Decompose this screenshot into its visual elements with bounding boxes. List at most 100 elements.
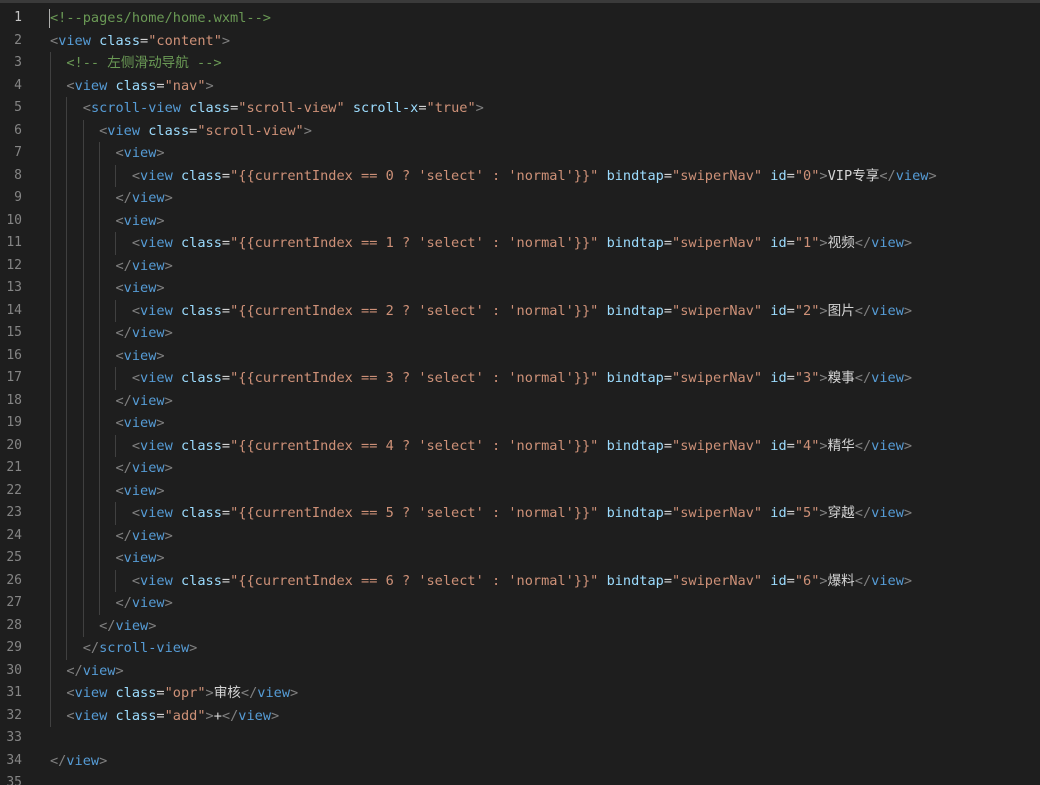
code-token: > xyxy=(903,302,913,319)
code-line[interactable]: 9 </view> xyxy=(0,187,1040,210)
code-token: view xyxy=(131,325,165,341)
code-line[interactable]: 6 <view class="scroll-view"> xyxy=(0,120,1040,143)
code-token: = xyxy=(140,32,149,49)
code-token: "1" xyxy=(794,235,820,251)
code-token: </ xyxy=(854,302,872,319)
code-token: view xyxy=(82,662,116,679)
code-line[interactable]: 8 <view class="{{currentIndex == 0 ? 'se… xyxy=(0,165,1040,188)
code-line[interactable]: 1 <!--pages/home/home.wxml--> xyxy=(0,7,1040,30)
code-line[interactable]: 16 <view> xyxy=(0,345,1040,368)
code-line[interactable]: 13 <view> xyxy=(0,277,1040,300)
code-line[interactable]: 15 </view> xyxy=(0,322,1040,345)
line-number: 33 xyxy=(6,730,22,745)
code-line[interactable]: 10 <view> xyxy=(0,210,1040,233)
indent-guide xyxy=(115,434,117,457)
indent-guide xyxy=(115,232,117,255)
code-token: view xyxy=(871,302,904,319)
code-token: "content" xyxy=(148,32,222,49)
code-token: = xyxy=(156,685,165,701)
code-line[interactable]: 32 <view class="add">+</view> xyxy=(0,705,1040,728)
code-token: bindtap xyxy=(606,370,664,386)
code-line[interactable]: 4 <view class="nav"> xyxy=(0,75,1040,98)
line-number: 22 xyxy=(6,482,22,498)
code-token: = xyxy=(663,235,673,251)
code-line[interactable]: 20 <view class="{{currentIndex == 4 ? 's… xyxy=(0,435,1040,458)
code-line[interactable]: 5 <scroll-view class = "scroll-view" scrol… xyxy=(0,97,1040,120)
code-line[interactable]: 23 <view class="{{currentIndex == 5 ? 's… xyxy=(0,502,1040,525)
code-token: view xyxy=(140,370,173,386)
line-number: 24 xyxy=(6,527,22,543)
code-line[interactable]: 17 <view class="{{currentIndex == 3 ? 's… xyxy=(0,367,1040,390)
code-line[interactable]: 29 </scroll-view> xyxy=(0,637,1040,660)
code-text: </view> xyxy=(50,390,172,413)
code-line[interactable]: 26 <view class="{{currentIndex == 6 ? 's… xyxy=(0,570,1040,593)
code-token: > xyxy=(156,415,165,431)
code-line[interactable]: 12 </view> xyxy=(0,255,1040,278)
code-line[interactable]: 21 </view> xyxy=(0,457,1040,480)
line-number: 7 xyxy=(14,145,22,160)
line-number: 14 xyxy=(6,302,22,318)
code-token: view xyxy=(123,347,157,364)
code-token: view xyxy=(123,415,157,431)
code-line[interactable]: 3 <!-- 左侧滑动导航 --> xyxy=(0,52,1040,75)
code-line[interactable]: 19 <view> xyxy=(0,412,1040,435)
line-number: 5 xyxy=(14,100,22,115)
code-line[interactable]: 30 </view> xyxy=(0,660,1040,683)
code-token: "true" xyxy=(426,100,476,116)
code-text: </view> xyxy=(50,525,172,548)
indent-guide xyxy=(115,164,117,187)
code-line[interactable]: 22 <view> xyxy=(0,480,1040,503)
code-line[interactable]: 24 </view> xyxy=(0,525,1040,548)
code-line[interactable]: 27 </view> xyxy=(0,592,1040,615)
code-line[interactable]: 34 </view> xyxy=(0,750,1040,773)
code-line[interactable]: 18 </view> xyxy=(0,390,1040,413)
code-token: "4" xyxy=(794,437,820,454)
line-number: 34 xyxy=(6,752,22,768)
code-token: > xyxy=(271,707,280,724)
code-token: id xyxy=(770,370,787,386)
code-token: < xyxy=(66,685,75,701)
code-token: view xyxy=(140,505,173,521)
indent-guide xyxy=(99,142,101,615)
indent-guide xyxy=(115,569,117,592)
code-line[interactable]: 28 </view> xyxy=(0,615,1040,638)
code-token: bindtap xyxy=(606,167,664,184)
code-token: <!--pages/home/home.wxml--> xyxy=(50,10,271,26)
code-token: > xyxy=(164,325,173,341)
code-line[interactable]: 7 <view> xyxy=(0,142,1040,165)
code-line[interactable]: 33 xyxy=(0,727,1040,750)
code-token: "swiperNav" xyxy=(672,235,763,251)
code-text: <view class="{{currentIndex == 2 ? 'sele… xyxy=(50,300,912,323)
code-token: 爆料 xyxy=(827,572,855,589)
code-token: </ xyxy=(240,685,258,701)
code-token: view xyxy=(123,550,157,566)
code-token: scroll-view xyxy=(99,640,190,656)
code-token: = xyxy=(418,100,427,116)
code-token: 视频 xyxy=(827,235,855,251)
code-token: </ xyxy=(82,640,100,656)
code-line[interactable]: 11 <view class="{{currentIndex == 1 ? 's… xyxy=(0,232,1040,255)
code-token: "0" xyxy=(794,167,820,184)
code-line[interactable]: 2 <view class="content"> xyxy=(0,30,1040,53)
line-number: 26 xyxy=(6,572,22,588)
code-token: > xyxy=(205,77,214,94)
code-line[interactable]: 25 <view> xyxy=(0,547,1040,570)
line-number: 17 xyxy=(6,370,22,385)
indent-guide xyxy=(50,52,51,727)
line-number: 23 xyxy=(6,505,22,520)
code-token: id xyxy=(770,505,787,521)
code-editor[interactable]: 1 <!--pages/home/home.wxml--> 2 <view class… xyxy=(0,0,1040,785)
code-line[interactable]: 35 xyxy=(0,772,1040,785)
code-token: </ xyxy=(50,752,67,769)
line-number: 20 xyxy=(6,437,22,453)
code-token: = xyxy=(663,505,673,521)
code-token: > xyxy=(903,572,913,589)
code-line[interactable]: 14 <view class="{{currentIndex == 2 ? 's… xyxy=(0,300,1040,323)
line-number: 18 xyxy=(6,392,22,408)
code-line[interactable]: 31 <view class="opr">审核</view> xyxy=(0,682,1040,705)
